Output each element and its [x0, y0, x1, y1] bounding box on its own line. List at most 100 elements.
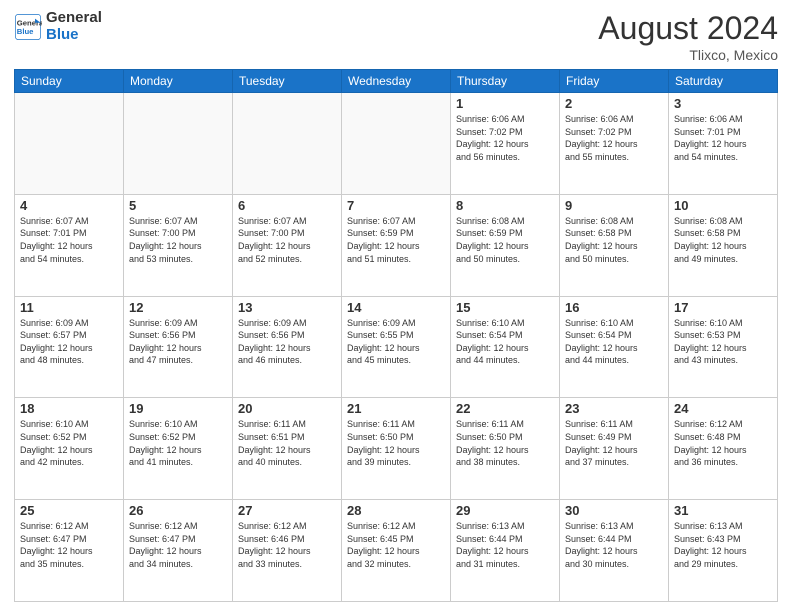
day-info: Sunrise: 6:12 AM Sunset: 6:45 PM Dayligh… [347, 520, 445, 570]
day-info: Sunrise: 6:06 AM Sunset: 7:02 PM Dayligh… [565, 113, 663, 163]
svg-text:General: General [17, 18, 42, 27]
weekday-header-thursday: Thursday [451, 70, 560, 93]
calendar-cell: 29 Sunrise: 6:13 AM Sunset: 6:44 PM Dayli… [451, 500, 560, 602]
calendar-cell: 23Sunrise: 6:11 AM Sunset: 6:49 PM Dayli… [560, 398, 669, 500]
day-info: Sunrise: 6:07 AM Sunset: 7:00 PM Dayligh… [129, 215, 227, 265]
day-info: Sunrise: 6:10 AM Sunset: 6:52 PM Dayligh… [20, 418, 118, 468]
day-number: 18 [20, 401, 118, 416]
day-number: 30 [565, 503, 663, 518]
day-info: Sunrise: 6:09 AM Sunset: 6:56 PM Dayligh… [129, 317, 227, 367]
day-number: 10 [674, 198, 772, 213]
day-info: Sunrise: 6:10 AM Sunset: 6:54 PM Dayligh… [565, 317, 663, 367]
day-info: Sunrise: 6:07 AM Sunset: 7:00 PM Dayligh… [238, 215, 336, 265]
day-info: Sunrise: 6:10 AM Sunset: 6:52 PM Dayligh… [129, 418, 227, 468]
calendar-cell: 7 Sunrise: 6:07 AM Sunset: 6:59 PM Daylig… [342, 194, 451, 296]
calendar-cell: 3 Sunrise: 6:06 AM Sunset: 7:01 PM Daylig… [669, 93, 778, 195]
calendar-cell [233, 93, 342, 195]
calendar-cell [15, 93, 124, 195]
calendar-cell: 6 Sunrise: 6:07 AM Sunset: 7:00 PM Daylig… [233, 194, 342, 296]
weekday-header-row: SundayMondayTuesdayWednesdayThursdayFrid… [15, 70, 778, 93]
day-number: 15 [456, 300, 554, 315]
day-number: 22 [456, 401, 554, 416]
day-info: Sunrise: 6:08 AM Sunset: 6:59 PM Dayligh… [456, 215, 554, 265]
day-info: Sunrise: 6:13 AM Sunset: 6:43 PM Dayligh… [674, 520, 772, 570]
day-number: 8 [456, 198, 554, 213]
calendar-cell: 17 Sunrise: 6:10 AM Sunset: 6:53 PM Dayli… [669, 296, 778, 398]
svg-text:Blue: Blue [17, 27, 34, 36]
day-number: 16 [565, 300, 663, 315]
day-number: 13 [238, 300, 336, 315]
weekday-header-friday: Friday [560, 70, 669, 93]
calendar-cell: 24Sunrise: 6:12 AM Sunset: 6:48 PM Dayli… [669, 398, 778, 500]
calendar-row-4: 25 Sunrise: 6:12 AM Sunset: 6:47 PM Dayli… [15, 500, 778, 602]
day-number: 21 [347, 401, 445, 416]
day-info: Sunrise: 6:08 AM Sunset: 6:58 PM Dayligh… [565, 215, 663, 265]
day-number: 28 [347, 503, 445, 518]
day-number: 1 [456, 96, 554, 111]
calendar-cell [342, 93, 451, 195]
day-number: 24 [674, 401, 772, 416]
day-info: Sunrise: 6:08 AM Sunset: 6:58 PM Dayligh… [674, 215, 772, 265]
location: Tlixco, Mexico [598, 47, 778, 63]
calendar-cell: 5 Sunrise: 6:07 AM Sunset: 7:00 PM Daylig… [124, 194, 233, 296]
calendar-cell: 14Sunrise: 6:09 AM Sunset: 6:55 PM Dayli… [342, 296, 451, 398]
day-number: 20 [238, 401, 336, 416]
day-info: Sunrise: 6:09 AM Sunset: 6:57 PM Dayligh… [20, 317, 118, 367]
day-number: 12 [129, 300, 227, 315]
day-info: Sunrise: 6:06 AM Sunset: 7:02 PM Dayligh… [456, 113, 554, 163]
weekday-header-sunday: Sunday [15, 70, 124, 93]
weekday-header-wednesday: Wednesday [342, 70, 451, 93]
day-number: 31 [674, 503, 772, 518]
logo-icon: General Blue [14, 13, 42, 41]
day-number: 3 [674, 96, 772, 111]
calendar-cell: 1 Sunrise: 6:06 AM Sunset: 7:02 PM Daylig… [451, 93, 560, 195]
calendar-cell: 2Sunrise: 6:06 AM Sunset: 7:02 PM Daylig… [560, 93, 669, 195]
calendar-cell: 8 Sunrise: 6:08 AM Sunset: 6:59 PM Daylig… [451, 194, 560, 296]
day-info: Sunrise: 6:11 AM Sunset: 6:50 PM Dayligh… [347, 418, 445, 468]
calendar-cell: 9 Sunrise: 6:08 AM Sunset: 6:58 PM Daylig… [560, 194, 669, 296]
day-number: 27 [238, 503, 336, 518]
day-number: 14 [347, 300, 445, 315]
day-number: 29 [456, 503, 554, 518]
calendar-cell [124, 93, 233, 195]
day-info: Sunrise: 6:12 AM Sunset: 6:47 PM Dayligh… [20, 520, 118, 570]
day-info: Sunrise: 6:12 AM Sunset: 6:47 PM Dayligh… [129, 520, 227, 570]
title-block: August 2024 Tlixco, Mexico [598, 10, 778, 63]
day-info: Sunrise: 6:13 AM Sunset: 6:44 PM Dayligh… [565, 520, 663, 570]
day-number: 7 [347, 198, 445, 213]
day-number: 25 [20, 503, 118, 518]
calendar-cell: 22 Sunrise: 6:11 AM Sunset: 6:50 PM Dayli… [451, 398, 560, 500]
day-info: Sunrise: 6:13 AM Sunset: 6:44 PM Dayligh… [456, 520, 554, 570]
day-number: 23 [565, 401, 663, 416]
day-info: Sunrise: 6:12 AM Sunset: 6:46 PM Dayligh… [238, 520, 336, 570]
calendar-row-0: 1 Sunrise: 6:06 AM Sunset: 7:02 PM Daylig… [15, 93, 778, 195]
month-title: August 2024 [598, 10, 778, 47]
day-info: Sunrise: 6:11 AM Sunset: 6:51 PM Dayligh… [238, 418, 336, 468]
calendar-cell: 28 Sunrise: 6:12 AM Sunset: 6:45 PM Dayli… [342, 500, 451, 602]
calendar-cell: 18 Sunrise: 6:10 AM Sunset: 6:52 PM Dayli… [15, 398, 124, 500]
calendar-cell: 20 Sunrise: 6:11 AM Sunset: 6:51 PM Dayli… [233, 398, 342, 500]
day-number: 5 [129, 198, 227, 213]
weekday-header-tuesday: Tuesday [233, 70, 342, 93]
calendar-cell: 26Sunrise: 6:12 AM Sunset: 6:47 PM Dayli… [124, 500, 233, 602]
calendar-cell: 10 Sunrise: 6:08 AM Sunset: 6:58 PM Dayli… [669, 194, 778, 296]
logo: General Blue General Blue [14, 10, 102, 43]
weekday-header-monday: Monday [124, 70, 233, 93]
day-number: 6 [238, 198, 336, 213]
day-number: 9 [565, 198, 663, 213]
calendar-cell: 25 Sunrise: 6:12 AM Sunset: 6:47 PM Dayli… [15, 500, 124, 602]
calendar-row-3: 18 Sunrise: 6:10 AM Sunset: 6:52 PM Dayli… [15, 398, 778, 500]
day-info: Sunrise: 6:07 AM Sunset: 7:01 PM Dayligh… [20, 215, 118, 265]
calendar-cell: 16 Sunrise: 6:10 AM Sunset: 6:54 PM Dayli… [560, 296, 669, 398]
day-number: 4 [20, 198, 118, 213]
page: General Blue General Blue August 2024 Tl… [0, 0, 792, 612]
day-info: Sunrise: 6:06 AM Sunset: 7:01 PM Dayligh… [674, 113, 772, 163]
calendar-table: SundayMondayTuesdayWednesdayThursdayFrid… [14, 69, 778, 602]
calendar-cell: 13Sunrise: 6:09 AM Sunset: 6:56 PM Dayli… [233, 296, 342, 398]
calendar-cell: 30 Sunrise: 6:13 AM Sunset: 6:44 PM Dayli… [560, 500, 669, 602]
day-info: Sunrise: 6:07 AM Sunset: 6:59 PM Dayligh… [347, 215, 445, 265]
day-number: 17 [674, 300, 772, 315]
header: General Blue General Blue August 2024 Tl… [14, 10, 778, 63]
day-info: Sunrise: 6:11 AM Sunset: 6:50 PM Dayligh… [456, 418, 554, 468]
day-info: Sunrise: 6:10 AM Sunset: 6:53 PM Dayligh… [674, 317, 772, 367]
